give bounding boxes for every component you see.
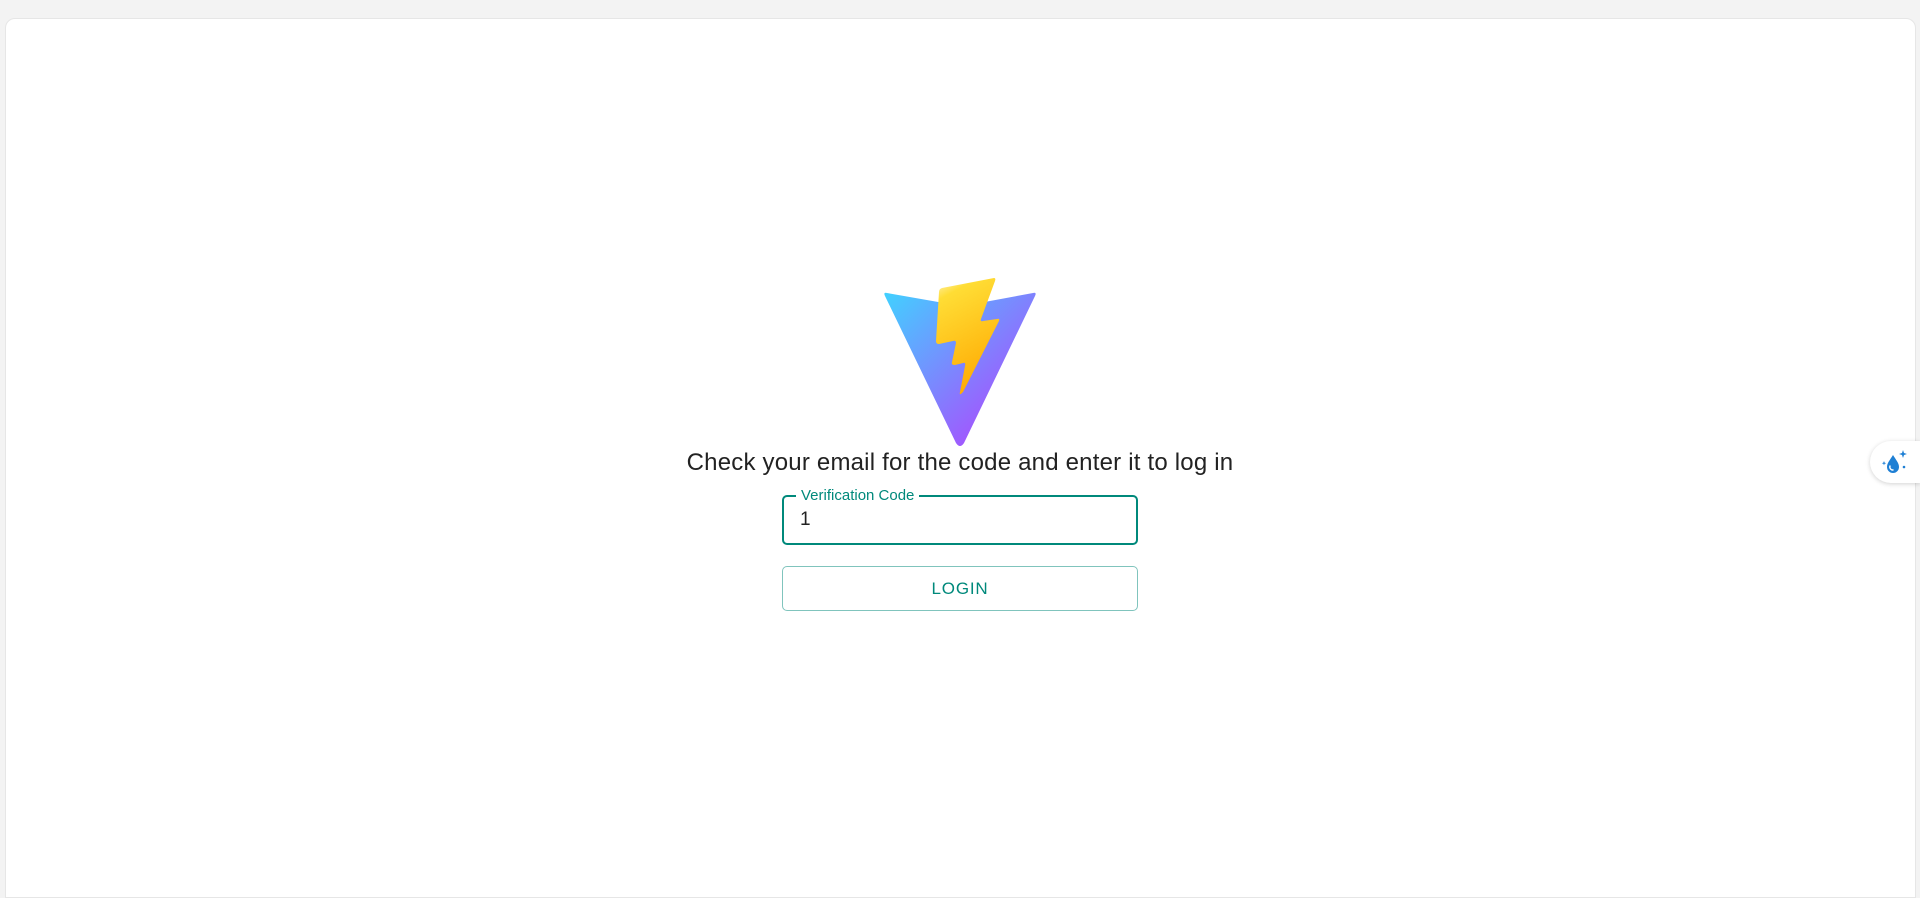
verification-code-field[interactable]: Verification Code xyxy=(782,487,1138,545)
sparkle-drop-icon xyxy=(1881,450,1907,473)
app-logo xyxy=(883,278,1036,446)
login-button[interactable]: LOGIN xyxy=(782,566,1138,611)
verification-code-input[interactable] xyxy=(800,507,1120,533)
login-panel: Check your email for the code and enter … xyxy=(0,275,1920,611)
verification-code-label: Verification Code xyxy=(796,487,920,505)
side-widget-tab[interactable] xyxy=(1870,441,1920,483)
login-prompt: Check your email for the code and enter … xyxy=(686,449,1234,476)
